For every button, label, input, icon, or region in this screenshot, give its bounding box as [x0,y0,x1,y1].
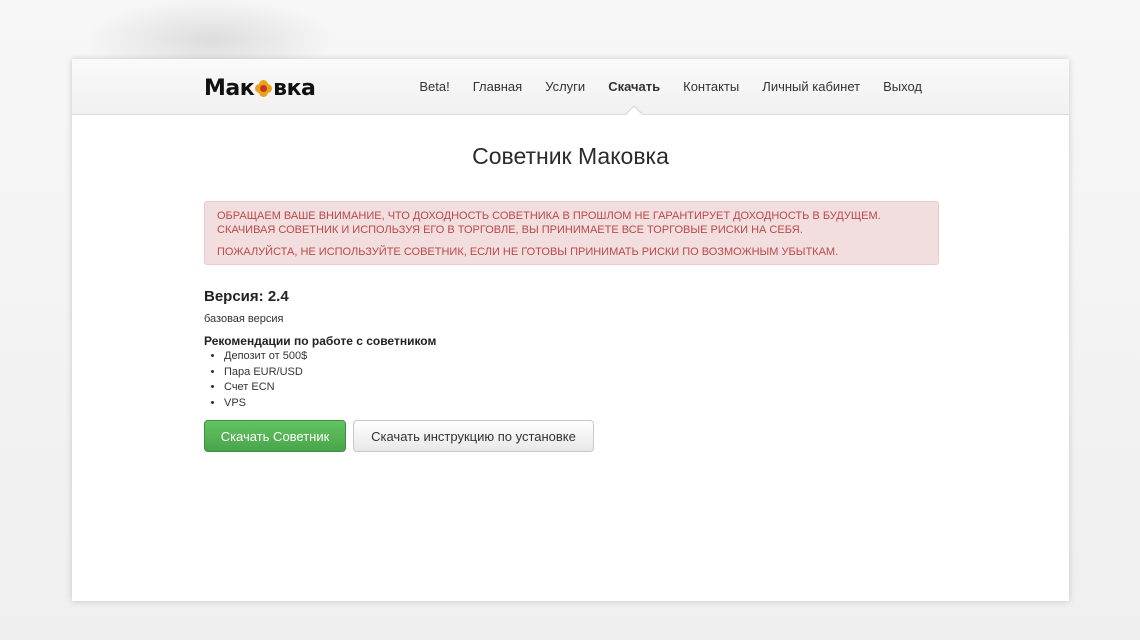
page-title: Советник Маковка [472,143,669,169]
nav-item-logout[interactable]: Выход [883,59,922,114]
nav-item-services[interactable]: Услуги [545,59,585,114]
alert-line-1: ОБРАЩАЕМ ВАШЕ ВНИМАНИЕ, ЧТО ДОХОДНОСТЬ С… [217,210,881,236]
browser-page: Мак вка Beta! Главная Услуги Скачать Кон… [72,59,1069,601]
poppy-flower-icon [255,79,273,97]
risk-warning-alert: ОБРАЩАЕМ ВАШЕ ВНИМАНИЕ, ЧТО ДОХОДНОСТЬ С… [204,201,939,265]
logo-text-left: Мак [204,75,255,101]
list-item: Пара EUR/USD [224,365,307,381]
navbar: Мак вка Beta! Главная Услуги Скачать Кон… [72,59,1069,115]
alert-line-2: ПОЖАЛУЙСТА, НЕ ИСПОЛЬЗУЙТЕ СОВЕТНИК, ЕСЛ… [217,246,839,258]
recommendations-list: Депозит от 500$ Пара EUR/USD Счет ECN VP… [204,349,307,411]
download-instructions-button[interactable]: Скачать инструкцию по установке [353,420,594,452]
nav-item-download[interactable]: Скачать [608,59,661,115]
main-nav: Beta! Главная Услуги Скачать Контакты Ли… [396,59,922,115]
logo-text-right: вка [273,75,316,101]
active-caret-icon [626,107,643,115]
download-advisor-button[interactable]: Скачать Советник [204,420,346,452]
list-item: Депозит от 500$ [224,349,307,365]
nav-item-contacts[interactable]: Контакты [683,59,739,114]
recommendations-title: Рекомендации по работе с советником [204,334,437,348]
nav-item-download-label: Скачать [608,79,661,94]
nav-item-account[interactable]: Личный кабинет [762,59,860,114]
version-heading: Версия: 2.4 [204,288,289,305]
nav-item-home[interactable]: Главная [473,59,522,114]
list-item: Счет ECN [224,380,307,396]
site-logo[interactable]: Мак вка [204,75,316,101]
version-subtitle: базовая версия [204,313,284,325]
list-item: VPS [224,396,307,412]
nav-item-beta[interactable]: Beta! [419,59,449,114]
